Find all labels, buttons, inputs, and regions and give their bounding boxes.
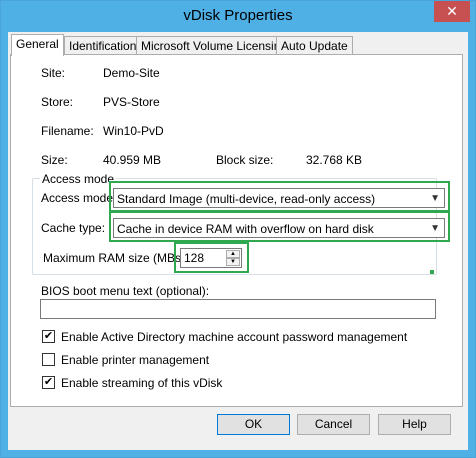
bios-menu-input[interactable] (40, 299, 436, 319)
bios-menu-label: BIOS boot menu text (optional): (41, 284, 210, 298)
help-button[interactable]: Help (378, 414, 451, 435)
filename-value: Win10-PvD (103, 124, 164, 138)
access-mode-label: Access mode (41, 191, 114, 205)
tab-auto-update[interactable]: Auto Update (276, 36, 353, 55)
ad-password-checkbox[interactable]: ✔ (42, 330, 55, 343)
printer-management-checkbox[interactable] (42, 353, 55, 366)
block-size-label: Block size: (216, 153, 274, 167)
max-ram-value[interactable]: 128 (184, 251, 204, 265)
size-value: 40.959 MB (103, 153, 162, 167)
store-label: Store: (41, 95, 74, 109)
streaming-label[interactable]: Enable streaming of this vDisk (61, 376, 222, 390)
chevron-down-icon: ▼ (430, 193, 440, 204)
tab-general[interactable]: General (11, 34, 64, 56)
cancel-button[interactable]: Cancel (297, 414, 370, 435)
access-mode-select[interactable]: Standard Image (multi-device, read-only … (113, 188, 445, 208)
printer-management-label[interactable]: Enable printer management (61, 353, 209, 367)
ok-button[interactable]: OK (217, 414, 290, 435)
streaming-checkbox[interactable]: ✔ (42, 376, 55, 389)
title-bar[interactable]: vDisk Properties ✕ (1, 1, 475, 32)
max-ram-label: Maximum RAM size (MBs): (43, 251, 189, 265)
max-ram-stepper[interactable]: 128 ▲ ▼ (180, 248, 242, 268)
check-icon: ✔ (43, 376, 54, 388)
access-mode-selected: Standard Image (multi-device, read-only … (117, 192, 376, 206)
window-title: vDisk Properties (183, 7, 293, 24)
chevron-down-icon: ▼ (430, 223, 440, 234)
stepper-buttons: ▲ ▼ (226, 250, 240, 266)
access-mode-group-title: Access mode (40, 172, 117, 186)
ad-password-label[interactable]: Enable Active Directory machine account … (61, 330, 407, 344)
chevron-down-icon[interactable]: ▼ (226, 258, 240, 266)
site-label: Site: (41, 66, 66, 80)
resize-marker (430, 270, 434, 274)
close-icon[interactable]: ✕ (434, 1, 470, 22)
chevron-up-icon[interactable]: ▲ (226, 250, 240, 258)
size-label: Size: (41, 153, 68, 167)
site-value: Demo-Site (103, 66, 160, 80)
tab-microsoft-volume-licensing[interactable]: Microsoft Volume Licensing (136, 36, 293, 55)
filename-label: Filename: (41, 124, 94, 138)
cache-type-selected: Cache in device RAM with overflow on har… (117, 222, 374, 236)
block-size-value: 32.768 KB (306, 153, 363, 167)
tab-identification[interactable]: Identification (64, 36, 142, 55)
store-value: PVS-Store (103, 95, 160, 109)
cache-type-label: Cache type: (41, 221, 106, 235)
check-icon: ✔ (43, 330, 54, 342)
cache-type-select[interactable]: Cache in device RAM with overflow on har… (113, 218, 445, 238)
